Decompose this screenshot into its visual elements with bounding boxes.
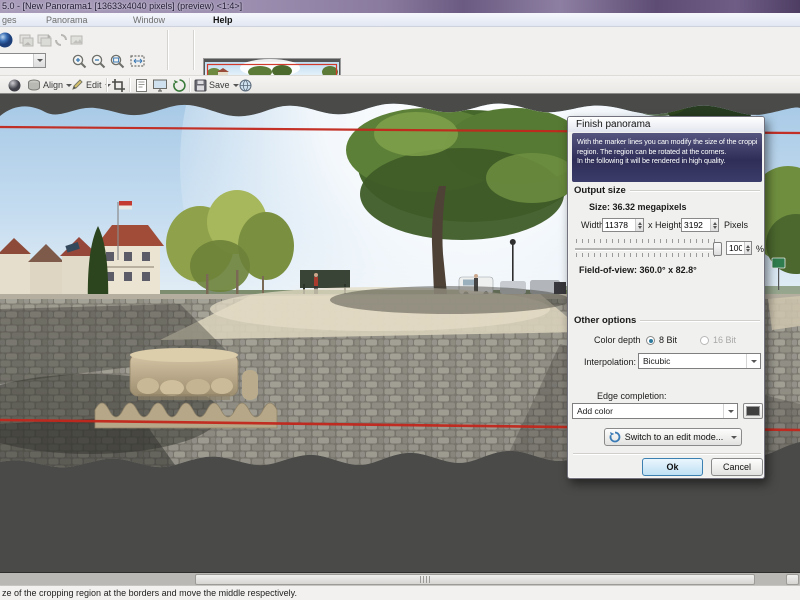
chevron-down-icon <box>731 436 737 439</box>
edge-color-swatch <box>746 406 761 417</box>
percent-label: % <box>756 244 764 254</box>
radio-8bit-label[interactable]: 8 Bit <box>659 335 677 345</box>
menu-item-images[interactable]: ges <box>2 14 17 27</box>
scale-stepper[interactable] <box>744 242 751 254</box>
render-panorama-icon[interactable] <box>53 32 69 48</box>
toolbar-separator <box>193 30 194 70</box>
edit-button[interactable]: Edit <box>70 77 111 93</box>
scrollbar-thumb[interactable] <box>195 574 755 585</box>
edge-color-swatch-button[interactable] <box>743 403 763 419</box>
interpolation-label: Interpolation: <box>584 357 636 367</box>
zoom-level-combo[interactable] <box>0 53 46 68</box>
switch-mode-icon <box>609 431 621 443</box>
radio-16bit-label: 16 Bit <box>713 335 736 345</box>
height-label: x Height <box>648 220 681 230</box>
edge-completion-label: Edge completion: <box>597 391 667 401</box>
status-text: ze of the cropping region at the borders… <box>0 588 297 598</box>
zoom-in-icon[interactable] <box>71 53 88 70</box>
scale-slider-track[interactable] <box>575 248 719 251</box>
toolbar-zone <box>0 27 800 75</box>
width-field[interactable] <box>602 218 644 232</box>
edit-icon <box>70 78 84 92</box>
ok-button[interactable]: Ok <box>642 458 703 476</box>
fullscreen-icon[interactable] <box>152 78 168 93</box>
pixels-label: Pixels <box>724 220 748 230</box>
app-window: 5.0 - [New Panorama1 [13633x4040 pixels]… <box>0 0 800 600</box>
zoom-level-input[interactable] <box>0 55 29 67</box>
panorama-canvas: Finish panorama With the marker lines yo… <box>0 93 800 572</box>
toolbar-separator <box>167 30 168 70</box>
fov-text: Field-of-view: 360.0° x 82.8° <box>579 265 697 275</box>
menu-item-help[interactable]: Help <box>213 14 233 27</box>
chevron-down-icon <box>723 404 737 418</box>
scrollbar-grip <box>420 576 430 583</box>
finish-panorama-dialog: Finish panorama With the marker lines yo… <box>567 116 765 479</box>
fit-window-icon[interactable] <box>129 53 147 70</box>
scale-input[interactable] <box>727 242 744 254</box>
dialog-title[interactable]: Finish panorama <box>568 117 764 132</box>
height-stepper[interactable] <box>710 219 718 231</box>
save-icon <box>194 79 207 92</box>
height-field[interactable] <box>681 218 719 232</box>
scale-field[interactable] <box>726 241 752 255</box>
status-bar: ze of the cropping region at the borders… <box>0 585 800 600</box>
radio-8bit[interactable] <box>646 336 655 345</box>
zoom-region-icon[interactable] <box>109 53 126 70</box>
zoom-out-icon[interactable] <box>90 53 107 70</box>
size-text: Size: 36.32 megapixels <box>589 202 687 212</box>
switch-edit-mode-button[interactable]: Switch to an edit mode... <box>604 428 742 446</box>
width-input[interactable] <box>603 219 635 231</box>
cancel-button[interactable]: Cancel <box>711 458 763 476</box>
edge-completion-select[interactable]: Add color <box>572 403 738 419</box>
titlebar[interactable]: 5.0 - [New Panorama1 [13633x4040 pixels]… <box>0 0 800 13</box>
interpolation-select[interactable]: Bicubic <box>638 353 761 369</box>
height-input[interactable] <box>682 219 710 231</box>
update-icon[interactable] <box>172 78 187 93</box>
save-button[interactable]: Save <box>194 77 239 93</box>
menu-item-window[interactable]: Window <box>133 14 165 27</box>
color-depth-label: Color depth <box>594 335 641 345</box>
pan-view-icon[interactable] <box>7 78 22 93</box>
other-options-header: Other options <box>574 315 760 326</box>
web-export-icon[interactable] <box>238 78 253 93</box>
open-project-icon[interactable] <box>36 32 52 48</box>
menubar: ges Panorama Window Help <box>0 13 800 27</box>
output-size-header: Output size <box>574 185 760 196</box>
app-sphere-icon[interactable] <box>0 31 14 49</box>
import-images-icon[interactable] <box>18 32 34 48</box>
scrollbar-right-arrow[interactable] <box>786 574 799 585</box>
dialog-info-box: With the marker lines you can modify the… <box>572 133 762 182</box>
edit-toolbar: Align Edit Save <box>0 75 800 93</box>
menu-item-panorama[interactable]: Panorama <box>46 14 88 27</box>
horizontal-scrollbar[interactable] <box>0 572 800 585</box>
window-title: 5.0 - [New Panorama1 [13633x4040 pixels]… <box>2 0 242 13</box>
scale-slider-thumb[interactable] <box>713 242 722 256</box>
chevron-down-icon[interactable] <box>33 54 45 67</box>
radio-16bit[interactable] <box>700 336 709 345</box>
crop-icon[interactable] <box>111 78 126 93</box>
width-label: Width <box>581 220 604 230</box>
align-button[interactable]: Align <box>27 77 72 93</box>
align-icon <box>27 78 41 92</box>
preview-icon[interactable] <box>134 78 149 93</box>
width-stepper[interactable] <box>635 219 643 231</box>
chevron-down-icon <box>746 354 760 368</box>
export-image-icon[interactable] <box>69 32 85 48</box>
